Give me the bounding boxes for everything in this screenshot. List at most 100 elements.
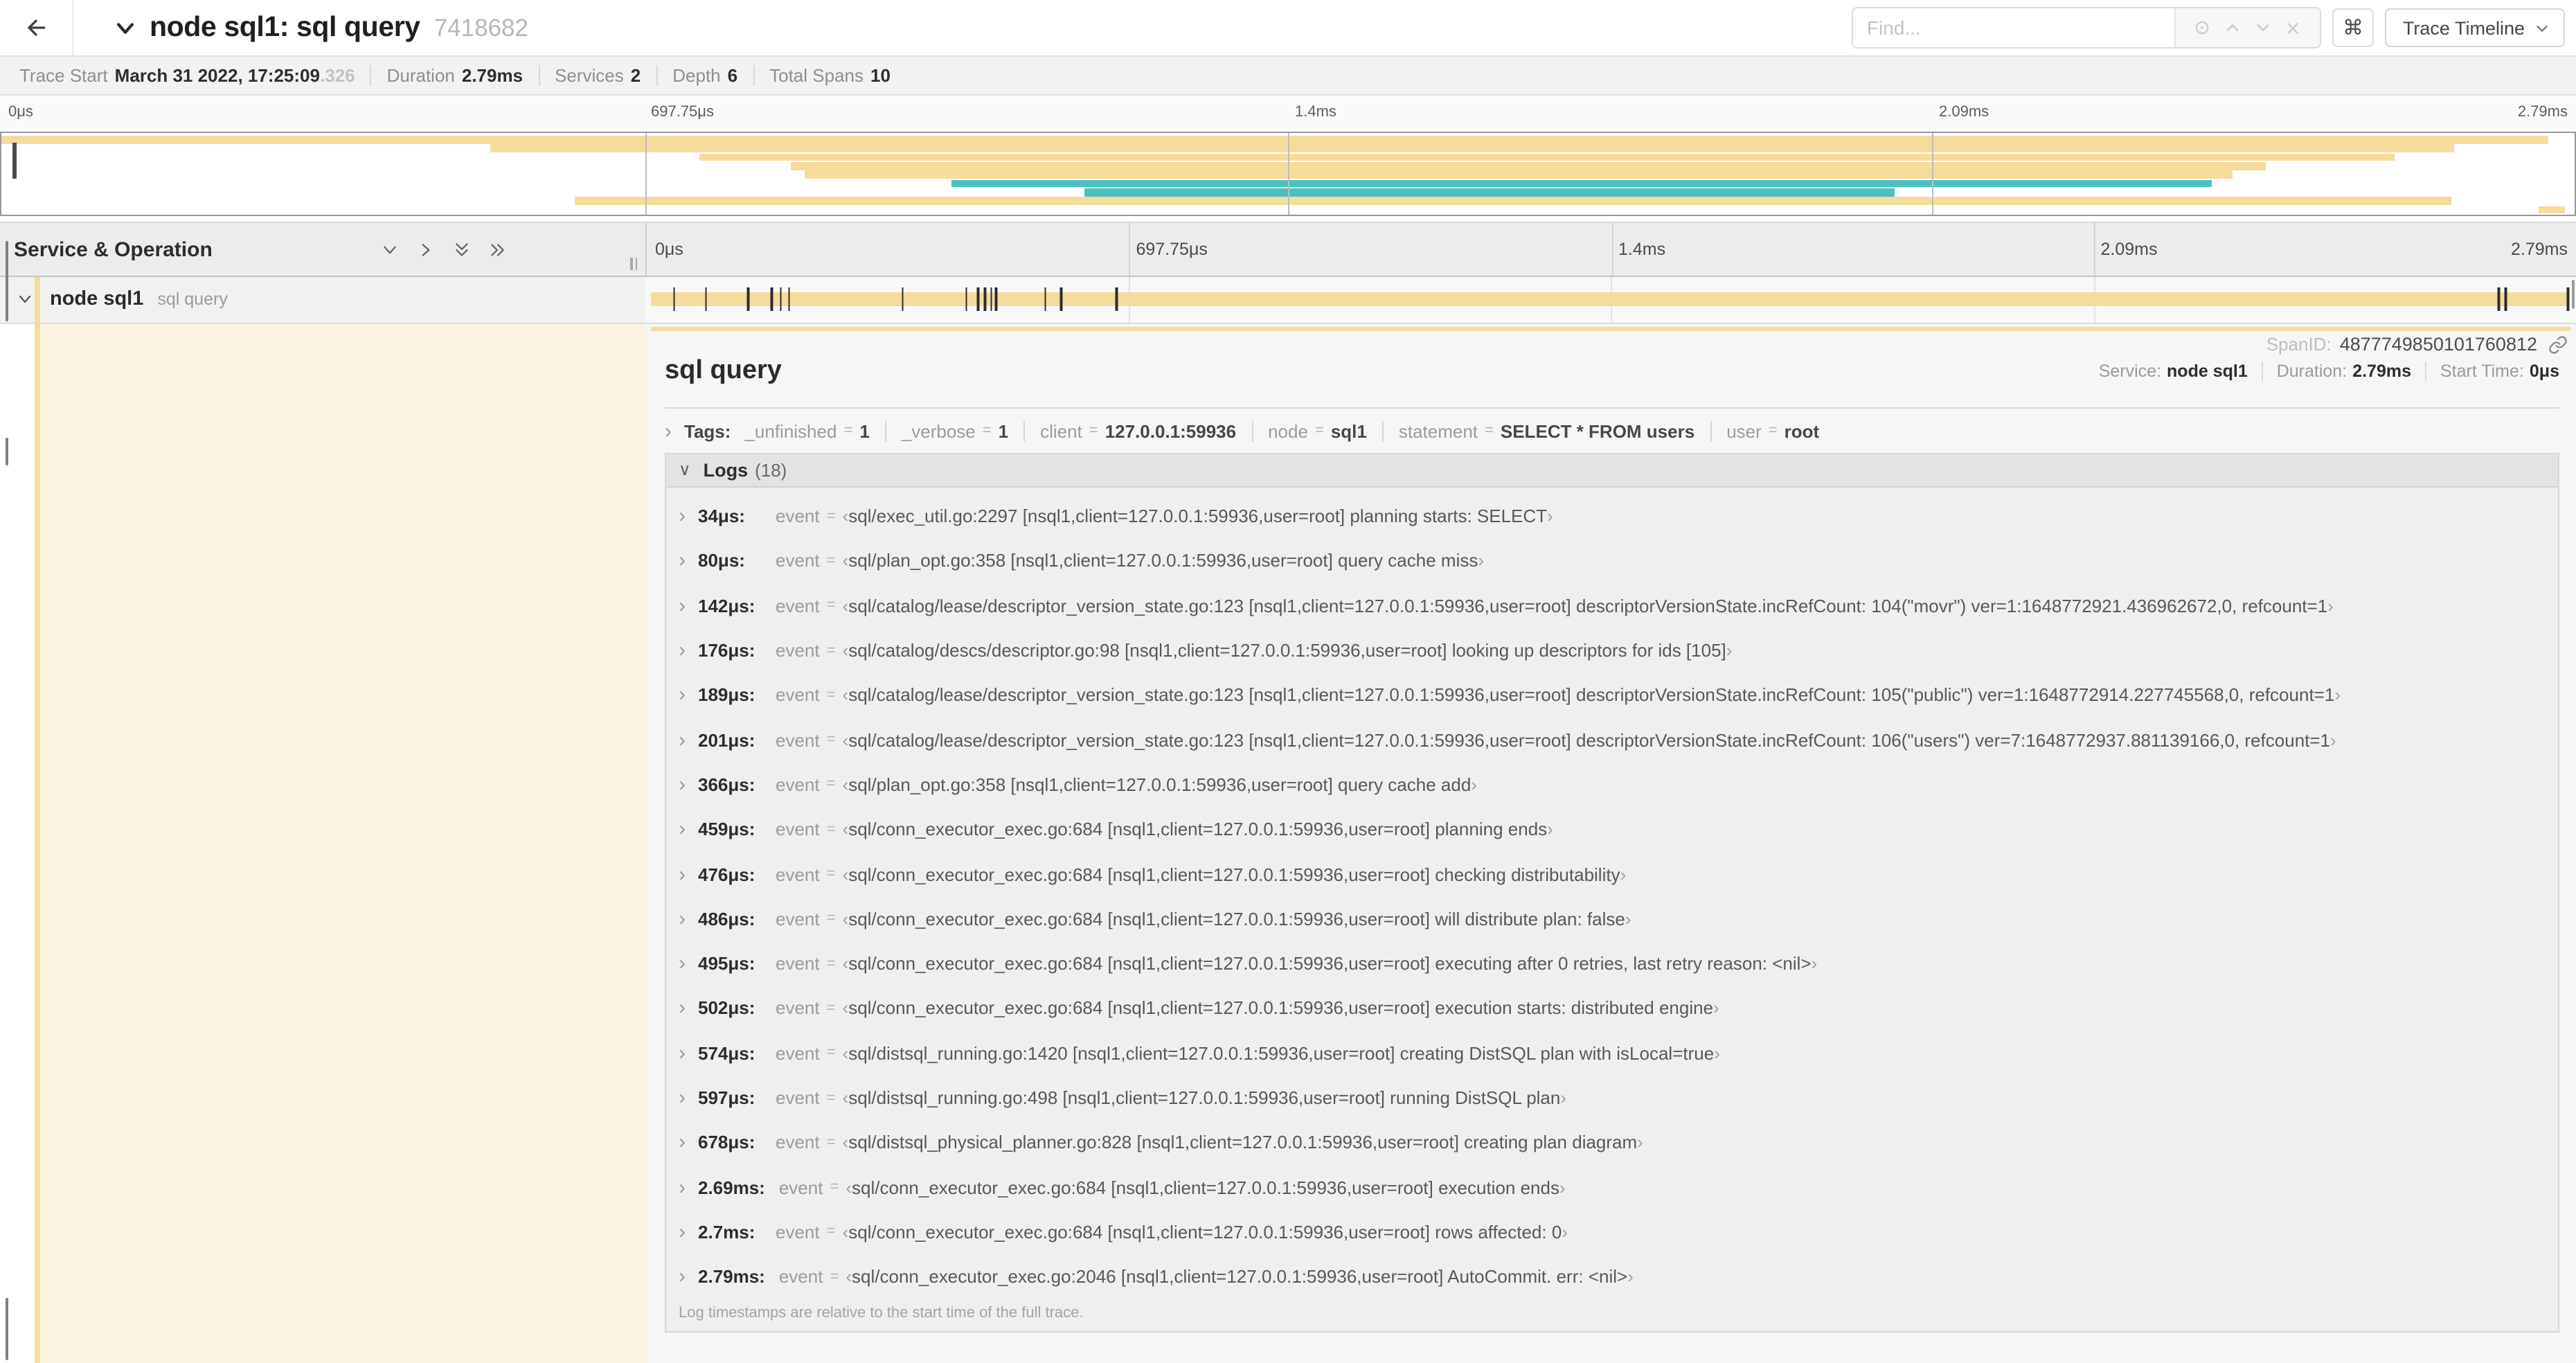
- log-event-marker: [990, 287, 992, 312]
- log-row[interactable]: › 678μs: event = ‹ sql/distsql_physical_plann…: [666, 1120, 2558, 1165]
- left-scrollbar-thumb[interactable]: [6, 241, 8, 321]
- log-row[interactable]: › 34μs: event = ‹ sql/exec_util.go:2297 [nsql…: [666, 494, 2558, 539]
- left-scrollbar-thumb[interactable]: [6, 438, 8, 465]
- log-event-marker: [2505, 287, 2507, 312]
- collapse-one-icon[interactable]: [381, 240, 399, 258]
- open-quote: ‹: [842, 1221, 849, 1242]
- log-timestamp: 189μs:: [698, 684, 755, 706]
- prev-match-icon[interactable]: [2217, 12, 2248, 43]
- minimap-grid-line: [645, 133, 646, 215]
- log-row[interactable]: › 2.7ms: event = ‹ sql/conn_executor_exec.go:…: [666, 1210, 2558, 1255]
- chevron-right-icon: ›: [679, 907, 686, 931]
- minimap-time-labels: 0μs 697.75μs 1.4ms 2.09ms 2.79ms: [0, 96, 2576, 132]
- open-quote: ‹: [842, 1087, 849, 1108]
- link-icon[interactable]: [2548, 335, 2568, 354]
- log-row[interactable]: › 2.79ms: event = ‹ sql/conn_executor_exec.go…: [666, 1254, 2558, 1299]
- log-row[interactable]: › 189μs: event = ‹ sql/catalog/lease/descript…: [666, 672, 2558, 718]
- right-scrollbar-thumb[interactable]: [2571, 280, 2575, 309]
- stat-separator: [656, 65, 658, 86]
- ruler-grid-line: [1611, 223, 1613, 276]
- log-row[interactable]: › 476μs: event = ‹ sql/conn_executor_exec.go:…: [666, 852, 2558, 897]
- tag-key: _verbose: [901, 420, 976, 441]
- log-row[interactable]: › 459μs: event = ‹ sql/conn_executor_exec.go:…: [666, 807, 2558, 852]
- log-row[interactable]: › 80μs: event = ‹ sql/plan_opt.go:358 [nsql1,…: [666, 539, 2558, 584]
- log-row[interactable]: › 142μs: event = ‹ sql/catalog/lease/descript…: [666, 583, 2558, 628]
- minimap-canvas[interactable]: [0, 132, 2576, 216]
- back-button[interactable]: [0, 0, 73, 55]
- log-row[interactable]: › 495μs: event = ‹ sql/conn_executor_exec.go:…: [666, 941, 2558, 986]
- log-event-marker: [704, 287, 707, 312]
- log-equals: =: [826, 552, 836, 569]
- span-row-name-column[interactable]: node sql1 sql query: [0, 277, 645, 322]
- chevron-down-icon: ∨: [679, 460, 691, 479]
- open-quote: ‹: [842, 864, 849, 885]
- chevron-right-icon: ›: [679, 1220, 686, 1244]
- open-quote: ‹: [842, 729, 849, 751]
- chevron-right-icon: ›: [679, 1175, 686, 1200]
- log-row[interactable]: › 176μs: event = ‹ sql/catalog/descs/descript…: [666, 628, 2558, 673]
- span-collapse-chevron-icon[interactable]: [17, 292, 33, 308]
- column-resizer-grip[interactable]: [630, 258, 637, 270]
- trace-view-select[interactable]: Trace Timeline: [2384, 8, 2565, 47]
- collapse-all-icon[interactable]: [453, 240, 471, 258]
- close-quote: ›: [2330, 729, 2336, 751]
- tag-value: sql1: [1330, 420, 1367, 441]
- chevron-right-icon: ›: [679, 952, 686, 976]
- chevron-right-icon: ›: [679, 772, 686, 796]
- find-input[interactable]: [1852, 10, 2174, 46]
- span-id-value: 4877749850101760812: [2339, 334, 2537, 355]
- chevron-right-icon: ›: [679, 996, 686, 1020]
- chevron-right-icon: ›: [679, 862, 686, 887]
- find-tools: [2174, 8, 2320, 47]
- span-duration-bar[interactable]: [651, 292, 2568, 307]
- tag-equals: =: [982, 422, 992, 439]
- open-quote: ‹: [846, 1177, 852, 1198]
- log-timestamp: 597μs:: [698, 1087, 755, 1108]
- log-timestamp: 2.79ms:: [698, 1266, 765, 1288]
- next-match-icon[interactable]: [2248, 12, 2278, 43]
- log-row[interactable]: › 486μs: event = ‹ sql/conn_executor_exec.go:…: [666, 896, 2558, 941]
- trace-start-label: Trace Start: [19, 65, 108, 86]
- close-quote: ›: [1714, 1042, 1720, 1064]
- ruler-grid-line: [2093, 223, 2095, 276]
- chevron-right-icon: ›: [665, 420, 672, 441]
- expand-all-icon[interactable]: [489, 240, 507, 258]
- expand-one-icon[interactable]: [417, 240, 435, 258]
- span-row-track[interactable]: [645, 277, 2576, 322]
- log-row[interactable]: › 574μs: event = ‹ sql/distsql_running.go:142…: [666, 1031, 2558, 1076]
- log-equals: =: [826, 686, 836, 704]
- chevron-right-icon: ›: [679, 549, 686, 573]
- open-quote: ‹: [842, 595, 849, 616]
- close-quote: ›: [1713, 997, 1719, 1019]
- close-quote: ›: [1637, 1132, 1643, 1153]
- log-equals: =: [826, 910, 836, 927]
- collapse-trace-chevron-icon[interactable]: [114, 16, 137, 39]
- close-quote: ›: [1547, 819, 1553, 840]
- open-quote: ‹: [842, 506, 849, 527]
- log-row[interactable]: › 2.69ms: event = ‹ sql/conn_executor_exec.go…: [666, 1165, 2558, 1210]
- close-quote: ›: [1625, 908, 1631, 929]
- minimap-left-drag-handle[interactable]: [12, 143, 17, 179]
- tag-key: client: [1040, 420, 1082, 441]
- log-row[interactable]: › 201μs: event = ‹ sql/catalog/lease/descript…: [666, 718, 2558, 763]
- logs-header[interactable]: ∨ Logs (18): [666, 454, 2558, 487]
- keyboard-shortcuts-button[interactable]: ⌘: [2332, 8, 2374, 47]
- log-field-value: sql/catalog/lease/descriptor_version_sta…: [848, 684, 2335, 706]
- focus-match-icon[interactable]: [2187, 12, 2217, 43]
- logs-list: › 34μs: event = ‹ sql/exec_util.go:2297 [nsql…: [666, 487, 2558, 1299]
- tag-separator: [1023, 420, 1026, 441]
- log-row[interactable]: › 597μs: event = ‹ sql/distsql_running.go:498…: [666, 1076, 2558, 1121]
- log-equals: =: [826, 642, 836, 659]
- log-row[interactable]: › 502μs: event = ‹ sql/conn_executor_exec.go:…: [666, 986, 2558, 1031]
- tags-row[interactable]: › Tags: _unfinished = 1 _verbose = 1 client = 12…: [665, 420, 2559, 441]
- clear-search-icon[interactable]: [2278, 12, 2309, 43]
- log-row[interactable]: › 366μs: event = ‹ sql/plan_opt.go:358 [nsql1…: [666, 763, 2558, 808]
- left-scrollbar-thumb[interactable]: [6, 1298, 8, 1360]
- log-field-key: event: [776, 684, 820, 706]
- minimap-span-bar: [1084, 188, 1895, 197]
- time-tick-label: 2.09ms: [2100, 240, 2158, 259]
- service-label: Service:: [2098, 361, 2162, 380]
- log-equals: =: [826, 776, 836, 793]
- close-quote: ›: [2334, 684, 2341, 706]
- log-field-value: sql/conn_executor_exec.go:2046 [nsql1,cl…: [852, 1266, 1628, 1288]
